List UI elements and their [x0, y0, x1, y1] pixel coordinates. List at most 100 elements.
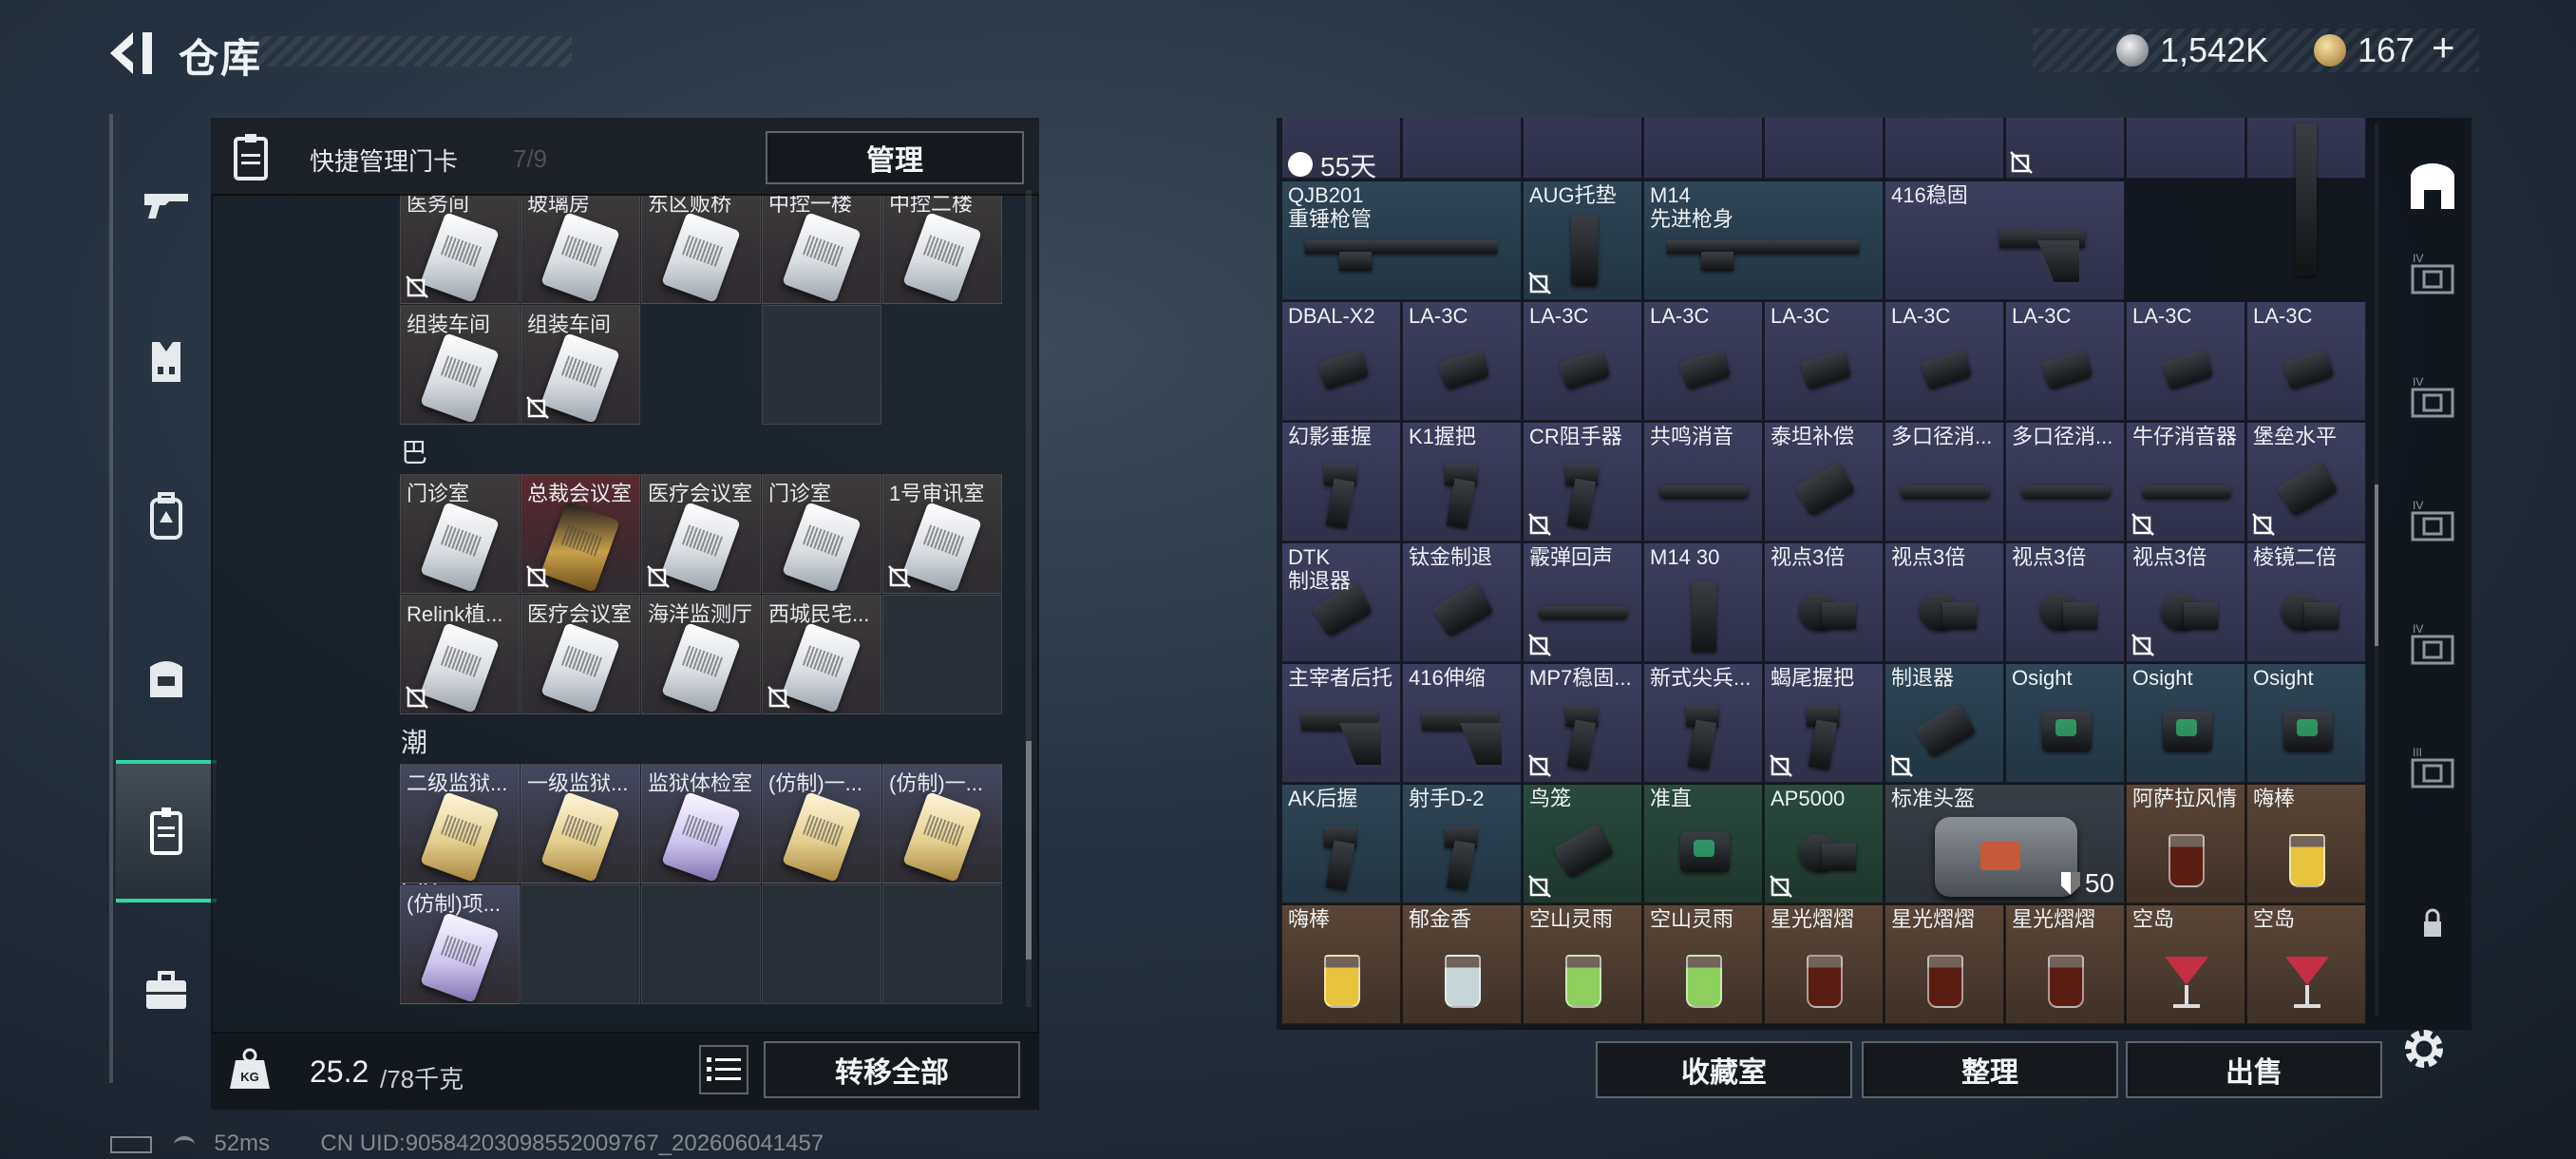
stash-item[interactable]: 嗨棒 [1281, 904, 1401, 1024]
stash-item[interactable]: 空山灵雨 [1643, 904, 1763, 1024]
keycard-slot[interactable]: 二级监狱... [400, 764, 520, 884]
collection-room-button[interactable]: 收藏室 [1596, 1041, 1852, 1098]
stash-item[interactable]: 星光熠熠 [1764, 904, 1884, 1024]
container-tab[interactable]: III [2394, 732, 2472, 809]
keycard-slot[interactable]: (仿制)项... [400, 884, 520, 1004]
stash-item[interactable]: LA-3C [1402, 301, 1522, 421]
stash-item[interactable]: 共鸣消音 [1643, 422, 1763, 542]
stash-item[interactable]: 多口径消... [1885, 422, 2004, 542]
stash-item[interactable]: MP7稳固... [1523, 663, 1642, 783]
stash-item[interactable]: 嗨棒 [2246, 784, 2366, 903]
keycard-slot[interactable]: (仿制)一... [762, 764, 881, 884]
stash-item[interactable]: 射手D-2 [1402, 784, 1522, 903]
sell-button[interactable]: 出售 [2126, 1041, 2382, 1098]
stash-item[interactable]: 阿萨拉风情 [2126, 784, 2245, 903]
stash-item[interactable]: 牛仔消音器 [2126, 422, 2245, 542]
stash-item[interactable]: 星光熠熠 [2005, 904, 2125, 1024]
stash-item[interactable]: DTK 制退器 [1281, 542, 1401, 662]
stash-item[interactable]: 鸟笼 [1523, 784, 1642, 903]
stash-item[interactable]: 星光熠熠 [1885, 904, 2004, 1024]
stash-item[interactable]: 蝎尾握把 [1764, 663, 1884, 783]
stash-item[interactable]: 钛金制退 [1402, 542, 1522, 662]
keycard-slot[interactable]: 门诊室 [400, 474, 520, 594]
stash-item[interactable]: 416伸缩 [1402, 663, 1522, 783]
left-scrollbar-thumb[interactable] [1026, 741, 1032, 960]
stash-item[interactable]: 制退器 [1885, 663, 2004, 783]
stash-item[interactable]: LA-3C [1764, 301, 1884, 421]
nav-armor[interactable] [116, 310, 217, 414]
stash-item[interactable]: DBAL-X2 [1281, 301, 1401, 421]
back-arrow-icon[interactable] [104, 28, 158, 78]
stash-item[interactable]: 空山灵雨 [1523, 904, 1642, 1024]
stash-item[interactable]: LA-3C [1523, 301, 1642, 421]
stash-item[interactable]: 多口径消... [2005, 422, 2125, 542]
stash-item[interactable]: AUG托垫 [1523, 180, 1642, 300]
stash-item[interactable]: AP5000 [1764, 784, 1884, 903]
keycard-slot[interactable]: 西城民宅... [762, 595, 881, 714]
keycard-slot[interactable]: 1号审讯室 [882, 474, 1002, 594]
stash-item[interactable]: 空岛 [2126, 904, 2245, 1024]
stash-item[interactable]: Osight [2126, 663, 2245, 783]
stash-item[interactable]: 视点3倍 [1764, 542, 1884, 662]
nav-keycard[interactable] [116, 760, 217, 902]
container-tab[interactable]: IV [2394, 608, 2472, 686]
stash-item[interactable]: 霰弹回声 [1523, 542, 1642, 662]
stash-item[interactable]: LA-3C [2126, 301, 2245, 421]
keycard-slot[interactable]: Relink植... [400, 595, 520, 714]
stash-item[interactable]: 标准头盔 50 [1885, 784, 2125, 903]
stash-item[interactable]: M14 30 [1643, 542, 1763, 662]
nav-weapon[interactable] [116, 150, 217, 255]
partial-cell[interactable] [1764, 118, 1884, 179]
stash-item[interactable]: 新式尖兵... [1643, 663, 1763, 783]
stash-item[interactable]: Osight [2005, 663, 2125, 783]
settings-button[interactable] [2397, 1022, 2451, 1075]
stash-item[interactable]: K1握把 [1402, 422, 1522, 542]
stash-item[interactable]: 泰坦补偿 [1764, 422, 1884, 542]
nav-rig[interactable] [116, 625, 217, 730]
keycard-slot[interactable]: 组装车间 [521, 305, 640, 425]
stash-item[interactable]: 空岛 [2246, 904, 2366, 1024]
transfer-all-button[interactable]: 转移全部 [764, 1041, 1020, 1098]
stash-item[interactable]: 棱镜二倍 [2246, 542, 2366, 662]
manage-button[interactable]: 管理 [766, 131, 1024, 184]
list-view-button[interactable] [699, 1045, 748, 1094]
stash-item[interactable]: 主宰者后托 [1281, 663, 1401, 783]
stash-item[interactable]: LA-3C [2005, 301, 2125, 421]
keycard-slot[interactable]: 医疗会议室 [521, 595, 640, 714]
nav-backpack[interactable] [116, 464, 217, 568]
container-tab[interactable]: IV [2394, 238, 2472, 315]
keycard-slot[interactable]: 中控二楼 [882, 184, 1002, 304]
partial-cell[interactable] [2126, 118, 2245, 179]
keycard-slot[interactable]: 医务间 [400, 184, 520, 304]
stash-item[interactable]: LA-3C [2246, 301, 2366, 421]
stash-item[interactable]: LA-3C [1885, 301, 2004, 421]
stash-item[interactable]: 视点3倍 [2005, 542, 2125, 662]
keycard-slot[interactable]: 玻璃房 [521, 184, 640, 304]
stash-item[interactable]: 幻影垂握 [1281, 422, 1401, 542]
keycard-slot[interactable]: (仿制)一... [882, 764, 1002, 884]
keycard-slot[interactable]: 医疗会议室 [641, 474, 761, 594]
container-tab[interactable] [2394, 148, 2472, 226]
stash-item[interactable]: M14 先进枪身 [1643, 180, 1884, 300]
stash-item[interactable]: 郁金香 [1402, 904, 1522, 1024]
keycard-slot[interactable]: 总裁会议室 [521, 474, 640, 594]
nav-toolbox[interactable] [116, 939, 217, 1043]
stash-item[interactable]: LA-3C [1643, 301, 1763, 421]
sort-button[interactable]: 整理 [1862, 1041, 2118, 1098]
stash-item[interactable]: AK后握 [1281, 784, 1401, 903]
stash-item[interactable]: 堡垒水平 [2246, 422, 2366, 542]
stash-item[interactable]: QJB201 重锤枪管 [1281, 180, 1522, 300]
keycard-slot[interactable]: 东区贩桥 [641, 184, 761, 304]
partial-cell[interactable] [1643, 118, 1763, 179]
partial-cell[interactable] [1885, 118, 2004, 179]
keycard-slot[interactable]: 门诊室 [762, 474, 881, 594]
keycard-slot[interactable]: 监狱体检室 [641, 764, 761, 884]
add-currency-button[interactable]: + [2432, 25, 2455, 70]
keycard-slot[interactable]: 中控一楼 [762, 184, 881, 304]
stash-item[interactable]: 416稳固 [1885, 180, 2125, 300]
keycard-slot[interactable]: 海洋监测厅 [641, 595, 761, 714]
container-tab[interactable]: IV [2394, 484, 2472, 562]
keycard-slot[interactable]: 一级监狱... [521, 764, 640, 884]
container-tab[interactable] [2394, 884, 2472, 961]
partial-cell[interactable] [1523, 118, 1642, 179]
